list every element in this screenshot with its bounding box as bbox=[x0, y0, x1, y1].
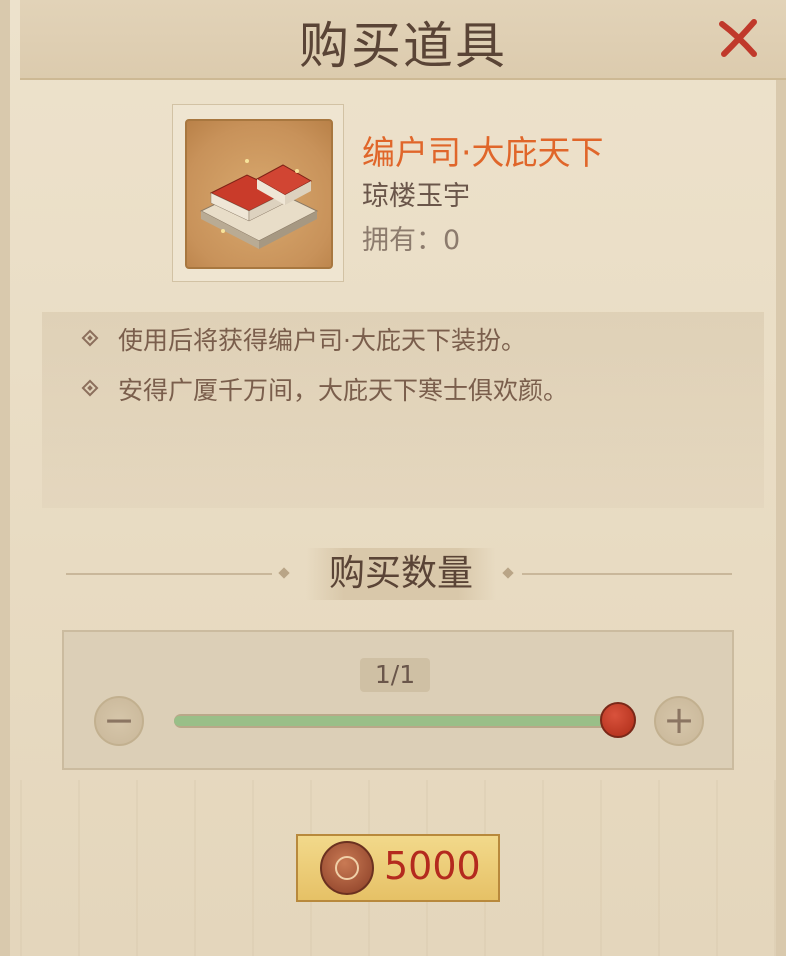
section-divider-right bbox=[522, 573, 732, 575]
purchase-dialog: 购买道具 编户司·大庇天下 琼楼玉宇 拥有：0 使用后将获得编户司·大庇天下装扮… bbox=[0, 0, 786, 956]
section-divider-dot bbox=[502, 567, 514, 579]
increase-button[interactable]: + bbox=[654, 696, 704, 746]
quantity-slider-fill bbox=[174, 716, 614, 726]
price-value: 5000 bbox=[384, 844, 481, 888]
section-divider-left bbox=[66, 573, 272, 575]
item-icon-frame bbox=[172, 104, 344, 282]
quantity-slider-knob[interactable] bbox=[600, 702, 636, 738]
buy-button[interactable]: 5000 bbox=[296, 834, 500, 902]
building-icon-glyph bbox=[199, 159, 319, 249]
decrease-button[interactable]: − bbox=[94, 696, 144, 746]
description-line: 使用后将获得编户司·大庇天下装扮。 bbox=[118, 326, 526, 355]
minus-icon: − bbox=[103, 698, 135, 742]
close-icon[interactable] bbox=[714, 14, 762, 62]
item-subtitle: 琼楼玉宇 bbox=[362, 181, 470, 212]
quantity-section-title: 购买数量 bbox=[306, 548, 496, 600]
close-icon-glyph bbox=[719, 19, 757, 57]
description-line: 安得广厦千万间，大庇天下寒士俱欢颜。 bbox=[118, 376, 569, 405]
building-icon bbox=[185, 119, 333, 269]
quantity-count-label: 1/1 bbox=[360, 658, 430, 692]
quantity-slider-track[interactable] bbox=[174, 714, 614, 728]
quantity-slider-panel: 1/1 − + bbox=[62, 630, 734, 770]
coin-icon bbox=[320, 841, 374, 895]
title-bar: 购买道具 bbox=[20, 0, 786, 80]
item-owned-count: 拥有：0 bbox=[362, 225, 461, 256]
section-divider-dot bbox=[278, 567, 290, 579]
dialog-title: 购买道具 bbox=[299, 17, 507, 75]
plus-icon: + bbox=[663, 698, 695, 742]
item-name: 编户司·大庇天下 bbox=[362, 133, 604, 172]
